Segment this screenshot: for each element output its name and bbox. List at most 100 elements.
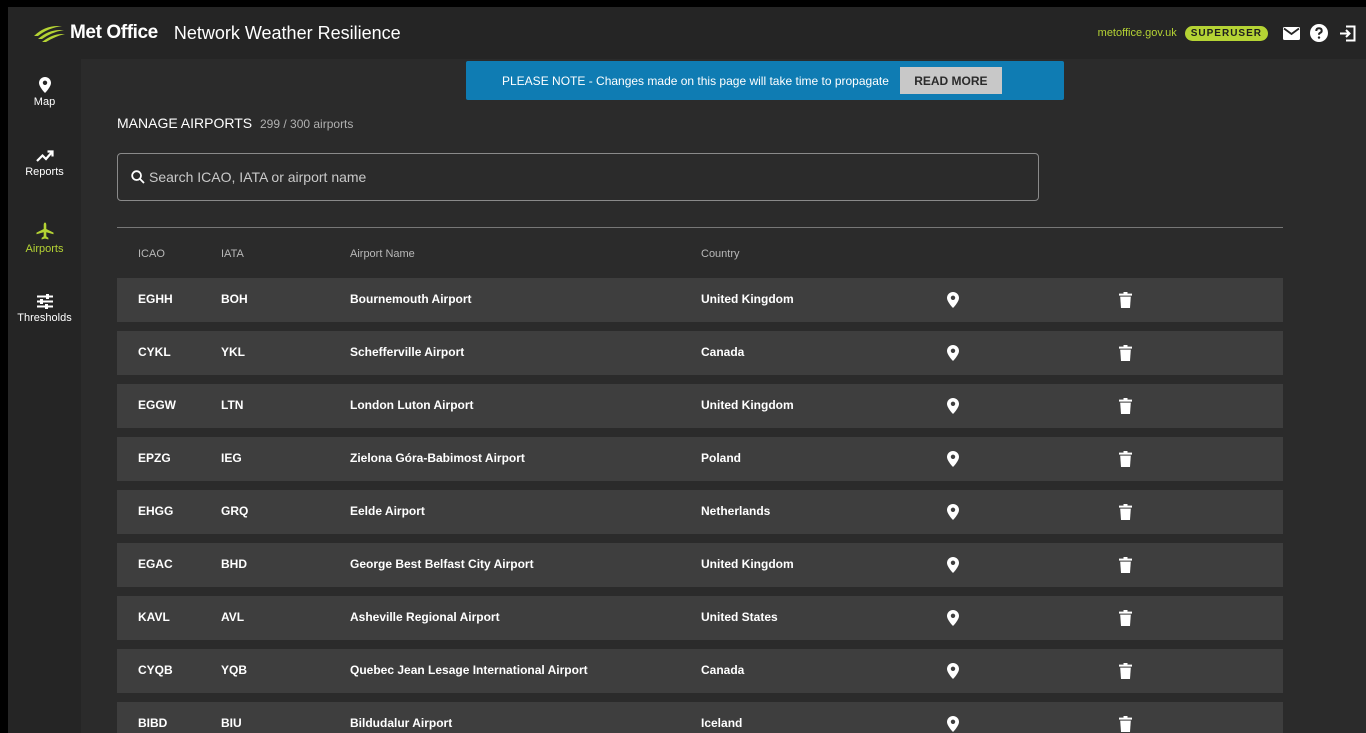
mail-icon[interactable] xyxy=(1282,24,1300,42)
table-divider xyxy=(117,227,1283,228)
cell-iata: BIU xyxy=(221,716,242,730)
sidebar-item-label: Thresholds xyxy=(17,312,72,324)
column-header-iata: IATA xyxy=(221,248,244,260)
app-frame: Met Office Network Weather Resilience me… xyxy=(8,7,1366,733)
cell-icao: KAVL xyxy=(138,610,170,624)
show-on-map-button[interactable] xyxy=(943,449,963,469)
table-row[interactable]: CYQB YQB Quebec Jean Lesage International … xyxy=(117,649,1283,693)
cell-icao: BIBD xyxy=(138,716,168,730)
table-row[interactable]: EPZG IEG Zielona Góra-Babimost Airport Pola… xyxy=(117,437,1283,481)
locate-pin-icon xyxy=(947,557,959,573)
table-row[interactable]: EGGW LTN London Luton Airport United Kingdo… xyxy=(117,384,1283,428)
show-on-map-button[interactable] xyxy=(943,714,963,733)
help-icon[interactable] xyxy=(1310,24,1328,42)
show-on-map-button[interactable] xyxy=(943,608,963,628)
table-row[interactable]: BIBD BIU Bildudalur Airport Iceland xyxy=(117,702,1283,733)
notice-text: PLEASE NOTE - Changes made on this page … xyxy=(502,73,889,88)
table-header: ICAO IATA Airport Name Country xyxy=(117,240,1283,268)
show-on-map-button[interactable] xyxy=(943,290,963,310)
delete-trash-icon xyxy=(1118,663,1132,679)
table-row[interactable]: EGHH BOH Bournemouth Airport United Kingdom xyxy=(117,278,1283,322)
delete-trash-icon xyxy=(1118,610,1132,626)
airplane-icon xyxy=(36,222,53,240)
propagation-notice: PLEASE NOTE - Changes made on this page … xyxy=(466,61,1064,100)
cell-airport-name: Quebec Jean Lesage International Airport xyxy=(350,663,588,677)
delete-airport-button[interactable] xyxy=(1115,449,1135,469)
locate-pin-icon xyxy=(947,345,959,361)
cell-icao: EPZG xyxy=(138,451,171,465)
delete-trash-icon xyxy=(1118,451,1132,467)
locate-pin-icon xyxy=(947,451,959,467)
cell-iata: IEG xyxy=(221,451,242,465)
search-input[interactable] xyxy=(149,169,1038,185)
met-office-logo[interactable]: Met Office xyxy=(32,22,158,44)
sidebar-item-reports[interactable]: Reports xyxy=(8,149,81,201)
cell-icao: EGGW xyxy=(138,398,176,412)
sidebar-item-label: Map xyxy=(33,96,56,108)
cell-country: United Kingdom xyxy=(701,398,794,412)
search-box[interactable] xyxy=(117,153,1039,201)
cell-country: United Kingdom xyxy=(701,557,794,571)
cell-iata: AVL xyxy=(221,610,245,624)
locate-pin-icon xyxy=(947,716,959,732)
site-link[interactable]: metoffice.gov.uk xyxy=(1098,27,1177,39)
cell-country: Canada xyxy=(701,345,745,359)
sidebar-item-label: Reports xyxy=(25,166,64,178)
locate-pin-icon xyxy=(947,398,959,414)
app-title: Network Weather Resilience xyxy=(173,22,401,43)
cell-airport-name: George Best Belfast City Airport xyxy=(350,557,534,571)
search-icon xyxy=(131,170,145,184)
header-actions: metoffice.gov.uk SUPERUSER xyxy=(1098,7,1366,59)
map-pin-icon xyxy=(38,77,51,93)
delete-airport-button[interactable] xyxy=(1115,290,1135,310)
column-header-icao: ICAO xyxy=(138,248,165,260)
table-row[interactable]: CYKL YKL Schefferville Airport Canada xyxy=(117,331,1283,375)
cell-iata: LTN xyxy=(221,398,244,412)
cell-country: United Kingdom xyxy=(701,292,794,306)
cell-country: Canada xyxy=(701,663,745,677)
show-on-map-button[interactable] xyxy=(943,396,963,416)
cell-icao: EHGG xyxy=(138,504,174,518)
show-on-map-button[interactable] xyxy=(943,555,963,575)
delete-airport-button[interactable] xyxy=(1115,343,1135,363)
cell-airport-name: Schefferville Airport xyxy=(350,345,465,359)
delete-airport-button[interactable] xyxy=(1115,608,1135,628)
role-badge: SUPERUSER xyxy=(1184,25,1268,41)
sidebar-item-label: Airports xyxy=(25,243,64,255)
table-row[interactable]: KAVL AVL Asheville Regional Airport United … xyxy=(117,596,1283,640)
sidebar-item-thresholds[interactable]: Thresholds xyxy=(8,294,81,346)
brand-name: Met Office xyxy=(70,22,158,43)
show-on-map-button[interactable] xyxy=(943,502,963,522)
show-on-map-button[interactable] xyxy=(943,661,963,681)
met-office-logo-icon xyxy=(34,26,65,42)
delete-airport-button[interactable] xyxy=(1115,714,1135,733)
cell-airport-name: Bournemouth Airport xyxy=(350,292,472,306)
cell-country: United States xyxy=(701,610,778,624)
cell-icao: CYKL xyxy=(138,345,171,359)
cell-airport-name: Zielona Góra-Babimost Airport xyxy=(350,451,525,465)
column-header-country: Country xyxy=(701,248,740,260)
sidebar-item-airports[interactable]: Airports xyxy=(8,222,81,274)
show-on-map-button[interactable] xyxy=(943,343,963,363)
locate-pin-icon xyxy=(947,292,959,308)
delete-trash-icon xyxy=(1118,292,1132,308)
table-row[interactable]: EHGG GRQ Eelde Airport Netherlands xyxy=(117,490,1283,534)
sidebar-item-map[interactable]: Map xyxy=(8,77,81,129)
read-more-button[interactable]: READ MORE xyxy=(899,67,1002,94)
cell-country: Poland xyxy=(701,451,742,465)
cell-airport-name: London Luton Airport xyxy=(350,398,474,412)
delete-airport-button[interactable] xyxy=(1115,396,1135,416)
delete-trash-icon xyxy=(1118,504,1132,520)
logout-icon[interactable] xyxy=(1338,24,1356,42)
delete-airport-button[interactable] xyxy=(1115,502,1135,522)
delete-trash-icon xyxy=(1118,345,1132,361)
cell-icao: EGAC xyxy=(138,557,173,571)
cell-icao: EGHH xyxy=(138,292,173,306)
delete-airport-button[interactable] xyxy=(1115,555,1135,575)
table-row[interactable]: EGAC BHD George Best Belfast City Airport U… xyxy=(117,543,1283,587)
sliders-icon xyxy=(36,294,53,309)
delete-airport-button[interactable] xyxy=(1115,661,1135,681)
cell-airport-name: Asheville Regional Airport xyxy=(350,610,500,624)
locate-pin-icon xyxy=(947,610,959,626)
column-header-airport-name: Airport Name xyxy=(350,248,415,260)
